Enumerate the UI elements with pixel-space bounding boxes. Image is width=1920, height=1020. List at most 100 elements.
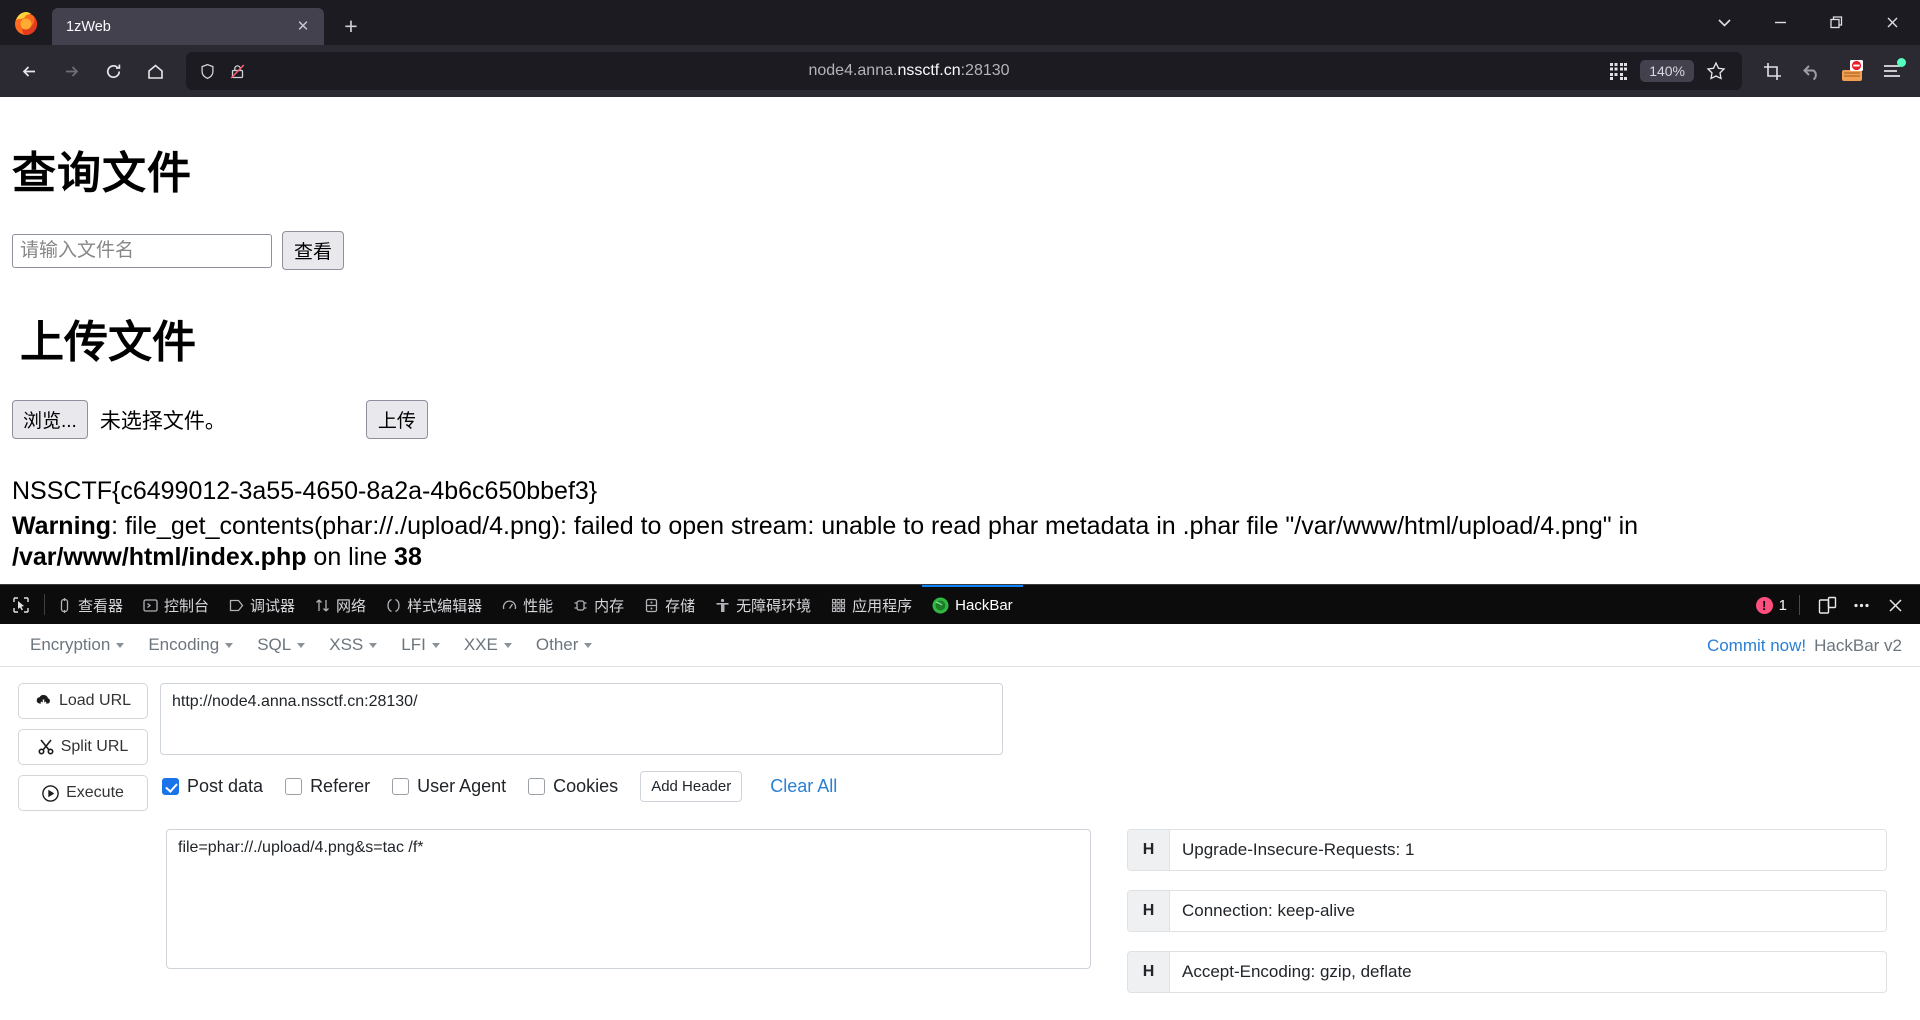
filename-input[interactable] (12, 233, 272, 268)
devtools-tab-accessibility[interactable]: 无障碍环境 (705, 585, 821, 624)
option-cookies[interactable]: Cookies (528, 776, 618, 797)
menu-xss[interactable]: XSS (317, 631, 389, 659)
devtools-tab-console[interactable]: 控制台 (133, 585, 219, 624)
headers-list: H Upgrade-Insecure-Requests: 1 H Connect… (1127, 829, 1887, 1012)
network-icon (315, 598, 330, 613)
element-picker-icon[interactable] (0, 585, 42, 624)
devtools-tab-style-editor[interactable]: 样式编辑器 (376, 585, 492, 624)
menu-label: XXE (463, 635, 498, 654)
menu-label: SQL (257, 635, 292, 654)
menu-label: Encoding (148, 635, 220, 654)
option-referer[interactable]: Referer (285, 776, 370, 797)
scissors-icon (38, 739, 54, 755)
commit-now-link[interactable]: Commit now! (1707, 636, 1806, 656)
menu-xxe[interactable]: XXE (452, 631, 524, 659)
header-row[interactable]: H Connection: keep-alive (1127, 890, 1887, 932)
option-user-agent[interactable]: User Agent (392, 776, 506, 797)
add-header-button[interactable]: Add Header (640, 771, 743, 802)
crop-screenshot-icon[interactable] (1754, 53, 1790, 89)
option-label: Cookies (553, 776, 619, 796)
menu-label: Encryption (30, 635, 111, 654)
home-button-icon[interactable] (136, 52, 174, 90)
zoom-level-indicator[interactable]: 140% (1640, 60, 1694, 82)
view-button[interactable]: 查看 (282, 231, 345, 270)
undo-arrow-icon[interactable] (1794, 53, 1830, 89)
php-warning-message: Warning: file_get_contents(phar://./uplo… (12, 511, 1772, 572)
devtools-tab-storage[interactable]: 存储 (634, 585, 705, 624)
hackbar-extension-icon[interactable] (1834, 53, 1870, 89)
performance-icon (502, 598, 517, 613)
list-all-tabs-icon[interactable] (1696, 0, 1752, 45)
load-url-button[interactable]: Load URL (18, 683, 148, 719)
header-value[interactable]: Connection: keep-alive (1170, 891, 1886, 931)
clear-all-link[interactable]: Clear All (770, 776, 837, 797)
chevron-down-icon (584, 642, 593, 648)
post-data-checkbox[interactable] (162, 778, 179, 795)
upload-submit-button[interactable]: 上传 (365, 400, 428, 439)
app-menu-icon[interactable] (1874, 53, 1910, 89)
qr-code-icon[interactable] (1600, 53, 1636, 89)
tab-label: 调试器 (250, 598, 296, 615)
new-tab-button[interactable]: + (334, 9, 368, 43)
option-label: Referer (310, 776, 371, 796)
shield-icon[interactable] (192, 56, 222, 86)
url-textarea[interactable] (160, 683, 1003, 755)
close-tab-icon[interactable]: ✕ (292, 16, 314, 38)
browse-file-button[interactable]: 浏览... (12, 400, 88, 439)
devtools-tab-hackbar[interactable]: HackBar (922, 585, 1023, 624)
reload-button-icon[interactable] (94, 52, 132, 90)
referer-checkbox[interactable] (285, 778, 303, 795)
devtools-panel: 查看器 控制台 调试器 网络 样式编辑器 性能 内存 存储 无障碍环境 应用程序… (0, 584, 1920, 624)
header-row[interactable]: H Upgrade-Insecure-Requests: 1 (1127, 829, 1887, 871)
star-icon[interactable] (1698, 53, 1734, 89)
error-count-badge[interactable]: ! 1 (1755, 596, 1787, 614)
header-row[interactable]: H Accept-Encoding: gzip, deflate (1127, 951, 1887, 993)
post-data-textarea[interactable] (166, 829, 1091, 969)
address-bar[interactable]: node4.anna.nssctf.cn:28130 140% (186, 52, 1742, 90)
play-circle-icon (42, 784, 59, 802)
hackbar-lower-body: H Upgrade-Insecure-Requests: 1 H Connect… (0, 829, 1920, 1012)
close-devtools-icon[interactable] (1880, 590, 1910, 620)
menu-lfi[interactable]: LFI (389, 631, 452, 659)
more-options-icon[interactable] (1846, 590, 1876, 620)
execute-button[interactable]: Execute (18, 775, 148, 811)
navigation-toolbar: node4.anna.nssctf.cn:28130 140% (0, 45, 1920, 97)
browser-tab[interactable]: 1zWeb ✕ (52, 8, 324, 45)
cookies-checkbox[interactable] (528, 778, 546, 795)
devtools-tab-inspector[interactable]: 查看器 (47, 585, 133, 624)
devtools-tab-debugger[interactable]: 调试器 (219, 585, 305, 624)
menu-encoding[interactable]: Encoding (136, 631, 245, 659)
storage-icon (644, 598, 659, 613)
menu-other[interactable]: Other (524, 631, 605, 659)
devtools-tab-memory[interactable]: 内存 (563, 585, 634, 624)
devtools-toolbar-actions: ! 1 (1755, 585, 1920, 625)
devtools-tab-performance[interactable]: 性能 (492, 585, 563, 624)
header-value[interactable]: Accept-Encoding: gzip, deflate (1170, 952, 1886, 992)
restore-window-button[interactable] (1808, 0, 1864, 45)
window-controls (1696, 0, 1920, 45)
responsive-design-mode-icon[interactable] (1812, 590, 1842, 620)
tab-title: 1zWeb (66, 18, 111, 35)
flag-output: NSSCTF{c6499012-3a55-4650-8a2a-4b6c650bb… (12, 477, 598, 505)
header-value[interactable]: Upgrade-Insecure-Requests: 1 (1170, 830, 1886, 870)
option-post-data[interactable]: Post data (162, 776, 263, 797)
devtools-tab-application[interactable]: 应用程序 (821, 585, 922, 624)
address-bar-actions: 140% (1598, 52, 1736, 90)
back-button-icon[interactable] (10, 52, 48, 90)
close-window-button[interactable] (1864, 0, 1920, 45)
forward-button-icon[interactable] (52, 52, 90, 90)
split-url-button[interactable]: Split URL (18, 729, 148, 765)
menu-encryption[interactable]: Encryption (18, 631, 136, 659)
inspector-icon (57, 598, 72, 613)
style-editor-icon (386, 598, 401, 613)
tab-label: 控制台 (164, 598, 210, 615)
devtools-tab-network[interactable]: 网络 (305, 585, 376, 624)
tab-label: 样式编辑器 (407, 598, 483, 615)
tab-label: 无障碍环境 (736, 598, 812, 615)
hackbar-menu-bar: Encryption Encoding SQL XSS LFI XXE Othe… (0, 624, 1920, 667)
menu-sql[interactable]: SQL (245, 631, 317, 659)
user-agent-checkbox[interactable] (392, 778, 410, 795)
broken-lock-icon[interactable] (222, 56, 252, 86)
hackbar-upper-body: Load URL Split URL Execute http://node4.… (0, 667, 1920, 811)
minimize-window-button[interactable] (1752, 0, 1808, 45)
